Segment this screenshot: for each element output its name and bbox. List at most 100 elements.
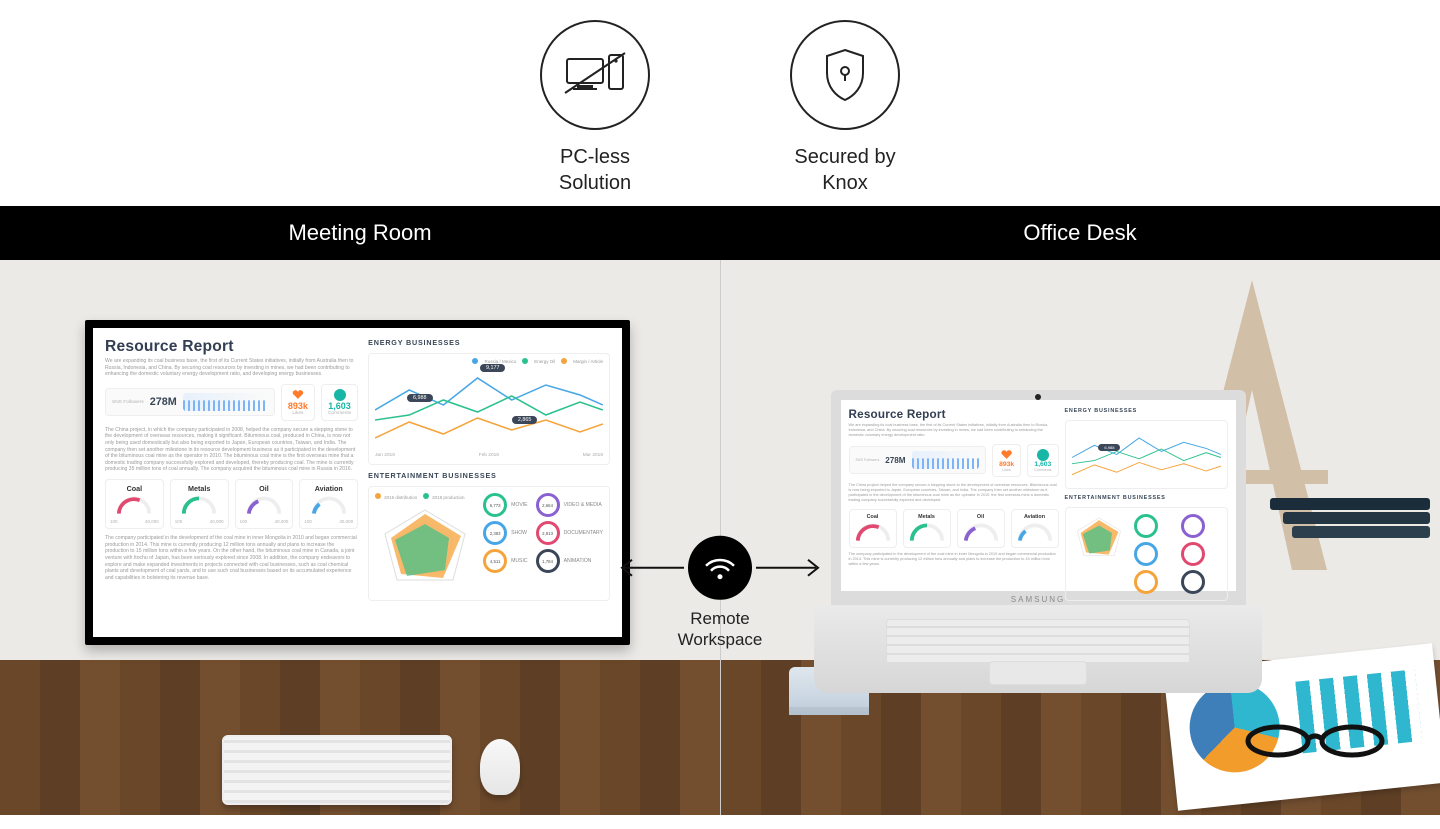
report-intro-text: We are expanding its coal business base,…	[849, 423, 1059, 438]
ring-value: 2,664	[536, 493, 560, 517]
entertainment-section-title: ENTERTAINMENT BUSINESSES	[1065, 495, 1228, 501]
arrow-left-icon	[614, 556, 686, 580]
followers-label: SNS Followers	[112, 400, 144, 405]
comments-label: Comments	[328, 411, 351, 416]
gauge-title: Aviation	[1024, 514, 1045, 520]
ring-label: ANIMATION	[564, 558, 592, 564]
gauge-min: 100	[304, 519, 312, 524]
feature-row: PC-less Solution Secured by Knox	[0, 0, 1440, 206]
gauge-row: Coal 100 40,000 Metals 100 40,000 Oil	[105, 479, 358, 529]
report-left-column: Resource Report We are expanding its coa…	[849, 408, 1059, 583]
ring-value: 2,913	[536, 521, 560, 545]
feature-knox: Secured by Knox	[790, 20, 900, 196]
ring-column-a: 6,773MOVIE 2,383SHOW 4,511MUSIC	[483, 493, 527, 594]
comments-value: 1,603	[1034, 461, 1051, 468]
ring-label: SHOW	[511, 530, 527, 536]
gauge-min: 100	[110, 519, 118, 524]
report-intro-text: We are expanding its coal business base,…	[105, 358, 358, 378]
panel-meeting-room: Resource Report We are expanding its coa…	[0, 260, 721, 815]
metric-row: SNS Followers 278M 893k Likes 1,603	[105, 384, 358, 421]
followers-card: SNS Followers 278M	[105, 388, 275, 416]
shield-lock-icon	[790, 20, 900, 130]
report-left-column: Resource Report We are expanding its coa…	[105, 338, 358, 627]
entertainment-chart: 2016 distribution 2018 production	[368, 486, 610, 601]
report-title: Resource Report	[105, 338, 358, 356]
chart-pill: 6,988	[407, 394, 433, 402]
energy-line-chart: 6,988	[1065, 420, 1228, 489]
x-tick: Mar 2018	[583, 453, 603, 458]
comments-card: 1,603 Comments	[321, 384, 358, 421]
ring-label: MUSIC	[511, 558, 527, 564]
gauge-title: Aviation	[315, 484, 343, 493]
sparkline	[183, 393, 268, 411]
report-body-1: The China project, in which the company …	[105, 427, 358, 473]
ring-label: VIDEO & MEDIA	[564, 502, 602, 508]
heart-icon	[1001, 449, 1013, 461]
gauge-aviation: Aviation 100 40,000	[299, 479, 358, 529]
gauge-max: 40,000	[275, 519, 289, 524]
gauge-coal: Coal 100 40,000	[105, 479, 164, 529]
ring-label: MOVIE	[511, 502, 527, 508]
report-body-1: The China project helped the company sec…	[849, 483, 1059, 503]
split-scene: Resource Report We are expanding its coa…	[0, 260, 1440, 815]
gauge-title: Coal	[867, 514, 879, 520]
mouse	[480, 739, 520, 795]
radar-chart	[375, 504, 475, 594]
title-left: Meeting Room	[0, 206, 720, 260]
arrow-right-icon	[754, 556, 826, 580]
gauge-max: 40,000	[210, 519, 224, 524]
x-tick: Feb 2018	[479, 453, 499, 458]
ring-column-b: 2,664 VIDEO & MEDIA 2,913 DOCUMENTARY 1,78…	[536, 493, 603, 594]
gauge-metals: Metals 100 40,000	[170, 479, 229, 529]
ring-value: 2,383	[483, 521, 507, 545]
likes-value: 893k	[288, 401, 308, 411]
energy-section-title: ENERGY BUSINESSES	[368, 338, 610, 347]
title-right: Office Desk	[720, 206, 1440, 260]
followers-value: 278M	[150, 396, 177, 408]
gauge-max: 40,000	[145, 519, 159, 524]
gauge-title: Metals	[188, 484, 210, 493]
laptop: Resource Report We are expanding its coa…	[831, 390, 1246, 695]
comments-value: 1,603	[328, 401, 351, 411]
gauge-min: 100	[175, 519, 183, 524]
report-body-2: The company participated in the developm…	[849, 552, 1059, 567]
entertainment-chart	[1065, 507, 1228, 601]
gauge-title: Metals	[918, 514, 935, 520]
chart-x-axis: Jan 2018 Feb 2018 Mar 2018	[375, 453, 603, 458]
wifi-icon	[688, 536, 752, 600]
chart-pill: 2,865	[512, 416, 538, 424]
panel-office-desk: Resource Report We are expanding its coa…	[721, 260, 1440, 815]
gauge-title: Oil	[977, 514, 984, 520]
gauge-title: Coal	[127, 484, 143, 493]
wall-display: Resource Report We are expanding its coa…	[85, 320, 630, 645]
remote-workspace-badge: Remote Workspace	[614, 536, 826, 651]
legend-item: 2016 distribution	[375, 493, 417, 500]
energy-section-title: ENERGY BUSINESSES	[1065, 408, 1228, 414]
laptop-brand: SAMSUNG	[1011, 595, 1065, 604]
webcam-icon	[1035, 394, 1041, 400]
display-screen: Resource Report We are expanding its coa…	[93, 328, 622, 637]
book-stack	[1270, 498, 1430, 543]
report-title: Resource Report	[849, 408, 1059, 421]
report-right-column: ENERGY BUSINESSES Russia / Mexico Energy…	[368, 338, 610, 627]
eyeglasses	[1240, 719, 1390, 759]
x-tick: Jan 2018	[375, 453, 395, 458]
likes-label: Likes	[1002, 468, 1010, 472]
gauge-title: Oil	[259, 484, 269, 493]
ring-label: DOCUMENTARY	[564, 530, 603, 536]
gauge-min: 100	[240, 519, 248, 524]
feature-label: Secured by Knox	[794, 144, 895, 196]
chart-pill: 6,988	[1098, 444, 1120, 451]
remote-label: Remote Workspace	[678, 608, 763, 651]
energy-line-chart: Russia / Mexico Energy Oil Margin / Arti…	[368, 353, 610, 465]
ring-value: 4,511	[483, 549, 507, 573]
ring-value: 1,784	[536, 549, 560, 573]
gauge-oil: Oil 100 40,000	[235, 479, 294, 529]
feature-pcless: PC-less Solution	[540, 20, 650, 196]
gauge-max: 40,000	[339, 519, 353, 524]
heart-icon	[292, 389, 304, 401]
laptop-screen: Resource Report We are expanding its coa…	[841, 400, 1236, 591]
pc-less-icon	[540, 20, 650, 130]
entertainment-section-title: ENTERTAINMENT BUSINESSES	[368, 471, 610, 480]
comment-icon	[1037, 449, 1049, 461]
